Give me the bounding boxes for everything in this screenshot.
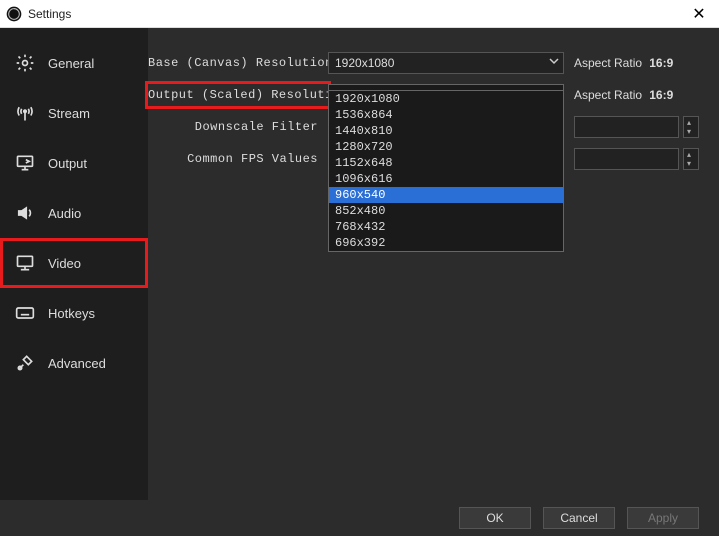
label-fps: Common FPS Values (148, 152, 328, 166)
sidebar-item-label: General (48, 56, 94, 71)
sidebar-item-advanced[interactable]: Advanced (0, 338, 148, 388)
fps-value-combo[interactable] (574, 148, 679, 170)
sidebar-item-hotkeys[interactable]: Hotkeys (0, 288, 148, 338)
broadcast-icon (14, 102, 36, 124)
chevron-down-icon (549, 56, 559, 66)
downscale-filter-spinner[interactable] (683, 116, 699, 138)
resolution-option[interactable]: 852x480 (329, 203, 563, 219)
resolution-option[interactable]: 1536x864 (329, 107, 563, 123)
sidebar-item-label: Hotkeys (48, 306, 95, 321)
resolution-option[interactable]: 960x540 (329, 187, 563, 203)
base-aspect-label: Aspect Ratio 16:9 (564, 56, 673, 71)
label-output-resolution: Output (Scaled) Resolution (148, 84, 328, 106)
video-settings-panel: Base (Canvas) Resolution 1920x1080 Aspec… (148, 28, 719, 500)
titlebar: Settings ✕ (0, 0, 719, 28)
sidebar-item-label: Video (48, 256, 81, 271)
resolution-option[interactable]: 1920x1080 (329, 91, 563, 107)
resolution-option[interactable]: 1440x810 (329, 123, 563, 139)
resolution-option[interactable]: 768x432 (329, 219, 563, 235)
fps-value-spinner[interactable] (683, 148, 699, 170)
sidebar: General Stream Output Audio (0, 28, 148, 500)
sidebar-item-label: Advanced (48, 356, 106, 371)
resolution-option[interactable]: 1096x616 (329, 171, 563, 187)
apply-button[interactable]: Apply (627, 507, 699, 529)
downscale-filter-combo[interactable] (574, 116, 679, 138)
gear-icon (14, 52, 36, 74)
footer: OK Cancel Apply (0, 500, 719, 536)
monitor-icon (14, 252, 36, 274)
obs-logo-icon (6, 6, 22, 22)
keyboard-icon (14, 302, 36, 324)
sidebar-item-label: Stream (48, 106, 90, 121)
sidebar-item-general[interactable]: General (0, 38, 148, 88)
base-resolution-combo[interactable]: 1920x1080 (328, 52, 564, 74)
resolution-option[interactable]: 696x392 (329, 235, 563, 251)
row-base-resolution: Base (Canvas) Resolution 1920x1080 Aspec… (148, 48, 699, 78)
output-resolution-dropdown[interactable]: 1920x10801536x8641440x8101280x7201152x64… (328, 90, 564, 252)
label-downscale-filter: Downscale Filter (148, 120, 328, 134)
speaker-icon (14, 202, 36, 224)
label-base-resolution: Base (Canvas) Resolution (148, 56, 328, 70)
sidebar-item-audio[interactable]: Audio (0, 188, 148, 238)
output-aspect-label: Aspect Ratio 16:9 (564, 88, 673, 103)
tools-icon (14, 352, 36, 374)
close-icon[interactable]: ✕ (685, 4, 713, 24)
window-title: Settings (28, 7, 685, 21)
resolution-option[interactable]: 1280x720 (329, 139, 563, 155)
cancel-button[interactable]: Cancel (543, 507, 615, 529)
sidebar-item-stream[interactable]: Stream (0, 88, 148, 138)
resolution-option[interactable]: 1152x648 (329, 155, 563, 171)
monitor-arrow-icon (14, 152, 36, 174)
sidebar-item-label: Audio (48, 206, 81, 221)
sidebar-item-label: Output (48, 156, 87, 171)
base-resolution-value: 1920x1080 (335, 56, 394, 70)
sidebar-item-output[interactable]: Output (0, 138, 148, 188)
ok-button[interactable]: OK (459, 507, 531, 529)
sidebar-item-video[interactable]: Video (0, 238, 148, 288)
